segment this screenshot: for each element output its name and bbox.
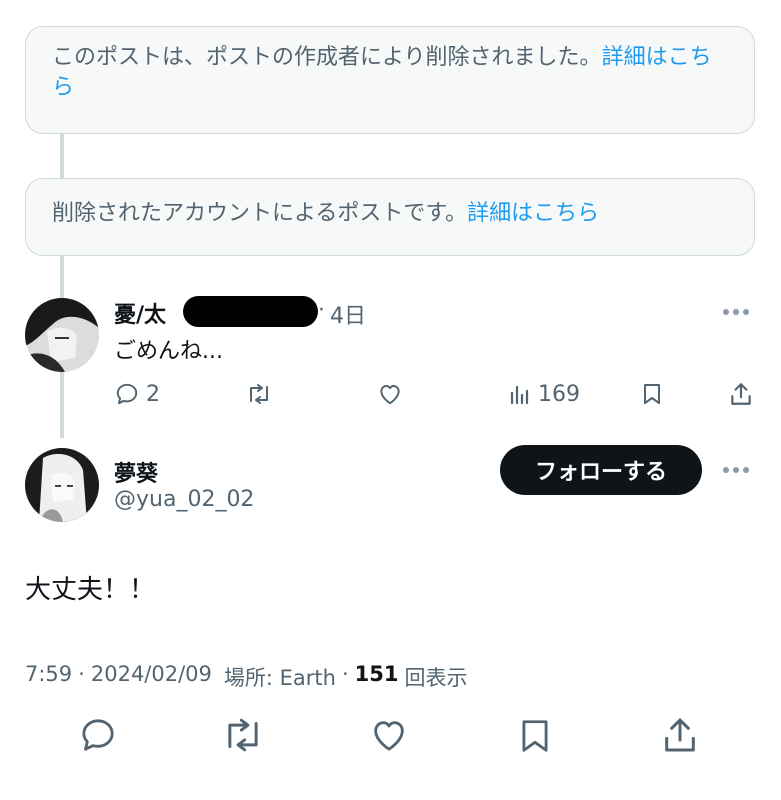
repost-icon xyxy=(250,384,268,404)
bookmark-icon xyxy=(644,384,660,404)
reply-icon xyxy=(82,719,114,751)
share-icon xyxy=(665,718,695,752)
deleted-account-notice: 削除されたアカウントによるポストです。詳細はこちら xyxy=(25,178,755,256)
bookmark-icon xyxy=(522,720,548,752)
post-time[interactable]: 4日 xyxy=(330,298,366,330)
avatar[interactable] xyxy=(25,298,99,372)
thread-line xyxy=(60,256,64,298)
views-icon xyxy=(510,385,529,405)
views-count[interactable]: 151 xyxy=(355,662,399,692)
thread-line xyxy=(60,372,64,438)
like-icon xyxy=(380,385,400,405)
avatar[interactable] xyxy=(25,448,99,522)
post-meta: 7:59 · 2024/02/09 場所: Earth · 151 回表示 xyxy=(25,662,468,692)
share-icon xyxy=(731,383,751,405)
learn-more-link[interactable]: 詳細はこちら xyxy=(467,201,599,226)
reply-count: 2 xyxy=(146,381,160,407)
share-button[interactable] xyxy=(660,715,700,755)
like-button[interactable] xyxy=(376,381,404,407)
post-location: 場所: Earth xyxy=(223,666,336,690)
thread-line xyxy=(60,134,64,178)
post-text: ごめんね... xyxy=(114,339,223,364)
repost-icon xyxy=(228,718,258,752)
author-name[interactable]: 憂/太 xyxy=(114,297,166,329)
post-text: 大丈夫！！ xyxy=(25,575,156,605)
views-label: 回表示 xyxy=(404,666,468,690)
separator-dot: · xyxy=(318,298,325,323)
deleted-post-notice: このポストは、ポストの作成者により削除されました。詳細はこちら xyxy=(25,26,755,134)
reply-icon xyxy=(116,383,138,405)
like-button[interactable] xyxy=(369,715,409,755)
more-icon[interactable] xyxy=(723,309,749,315)
notice-text: このポストは、ポストの作成者により削除されました。 xyxy=(52,45,602,70)
author-handle[interactable]: @yua_02_02 xyxy=(114,487,254,512)
like-icon xyxy=(374,721,404,751)
post-date[interactable]: 2024/02/09 xyxy=(91,662,212,692)
separator-dot: · xyxy=(78,662,85,686)
repost-button[interactable] xyxy=(220,715,266,755)
repost-button[interactable] xyxy=(245,381,273,407)
more-icon[interactable] xyxy=(723,467,749,473)
redacted-handle xyxy=(183,296,318,327)
bookmark-button[interactable] xyxy=(516,715,554,757)
post-time[interactable]: 7:59 xyxy=(25,662,72,692)
views-button[interactable]: 169 xyxy=(508,381,580,407)
reply-button[interactable] xyxy=(78,715,118,755)
bookmark-button[interactable] xyxy=(640,381,664,407)
share-button[interactable] xyxy=(728,381,754,407)
separator-dot: · xyxy=(341,662,349,686)
follow-button[interactable]: フォローする xyxy=(500,445,702,495)
author-name[interactable]: 夢葵 xyxy=(114,456,158,488)
reply-button[interactable]: 2 xyxy=(114,381,160,407)
view-count: 169 xyxy=(538,381,580,407)
notice-text: 削除されたアカウントによるポストです。 xyxy=(52,201,468,226)
